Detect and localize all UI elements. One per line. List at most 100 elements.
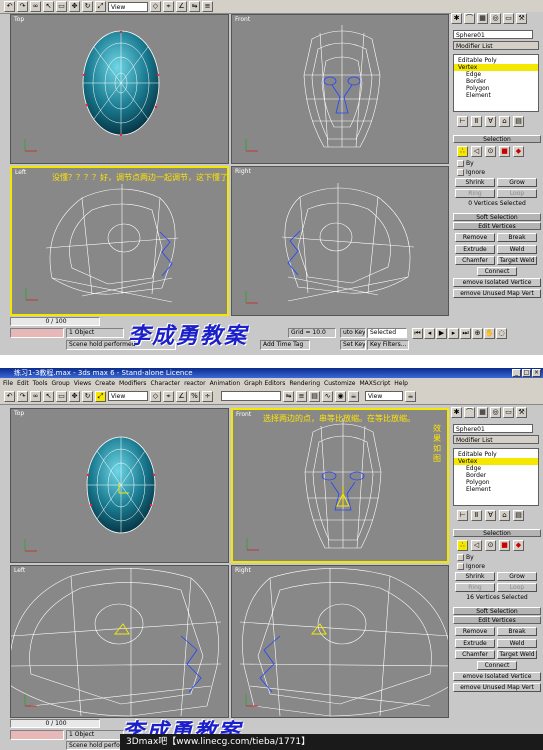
zoom-icon[interactable]: ⊕: [472, 328, 483, 339]
menu-maxscript[interactable]: MAXScript: [360, 380, 391, 387]
stack-item[interactable]: Element: [454, 92, 538, 99]
edit-vertices-header[interactable]: Edit Vertices: [453, 222, 541, 230]
percent-snap-icon[interactable]: %: [189, 390, 200, 402]
stack-item-selected[interactable]: Vertex: [454, 64, 538, 71]
snap-icon[interactable]: ⌖: [163, 390, 174, 402]
maxscript-listener-mini[interactable]: [10, 730, 64, 740]
stack-item[interactable]: Editable Poly: [454, 57, 538, 64]
move-icon[interactable]: ✥: [69, 390, 80, 402]
extrude-button[interactable]: Extrude: [455, 245, 495, 254]
polygon-icon[interactable]: ■: [499, 146, 510, 157]
stack-item[interactable]: Editable Poly: [454, 451, 538, 458]
pin-stack-icon[interactable]: ⊢: [457, 510, 468, 521]
menu-modifiers[interactable]: Modifiers: [119, 380, 146, 387]
remove-unused-map-verts-button[interactable]: emove Unused Map Vert: [453, 683, 541, 692]
time-slider[interactable]: 0 / 100: [10, 317, 100, 326]
reference-coord-select[interactable]: View: [108, 391, 148, 401]
close-icon[interactable]: ×: [532, 369, 541, 377]
angle-snap-icon[interactable]: ∠: [176, 390, 187, 402]
menu-animation[interactable]: Animation: [210, 380, 241, 387]
rotate-icon[interactable]: ↻: [82, 1, 93, 12]
element-icon[interactable]: ◆: [513, 540, 524, 551]
viewport-top[interactable]: Top: [10, 408, 229, 563]
modifier-list-dropdown[interactable]: Modifier List: [453, 41, 539, 50]
pan-icon[interactable]: ✋: [484, 328, 495, 339]
select-region-icon[interactable]: ▭: [56, 1, 67, 12]
curve-editor-icon[interactable]: ∿: [322, 390, 333, 402]
utilities-tab-icon[interactable]: ⚒: [516, 12, 527, 24]
create-tab-icon[interactable]: ✱: [451, 406, 462, 418]
break-button[interactable]: Break: [497, 627, 537, 636]
configure-sets-icon[interactable]: ▤: [513, 116, 524, 127]
remove-button[interactable]: Remove: [455, 233, 495, 242]
material-editor-icon[interactable]: ◉: [335, 390, 346, 402]
vertex-icon[interactable]: ∴: [457, 540, 468, 551]
ignore-checkbox[interactable]: [457, 169, 464, 176]
stack-item[interactable]: Border: [454, 78, 538, 85]
viewport-top[interactable]: Top: [10, 14, 229, 164]
motion-tab-icon[interactable]: ◎: [490, 12, 501, 24]
auto-key-button[interactable]: uto Key: [340, 328, 366, 338]
next-frame-icon[interactable]: ▸: [448, 328, 459, 339]
weld-button[interactable]: Weld: [497, 245, 537, 254]
stack-item[interactable]: Polygon: [454, 479, 538, 486]
chamfer-button[interactable]: Chamfer: [455, 256, 495, 265]
by-checkbox[interactable]: [457, 160, 464, 167]
remove-modifier-icon[interactable]: ⌂: [499, 510, 510, 521]
remove-modifier-icon[interactable]: ⌂: [499, 116, 510, 127]
border-icon[interactable]: ⊙: [485, 146, 496, 157]
maxscript-listener-mini[interactable]: [10, 328, 64, 338]
angle-snap-icon[interactable]: ∠: [176, 1, 187, 12]
ignore-checkbox[interactable]: [457, 563, 464, 570]
object-name-field[interactable]: Sphere01: [453, 424, 533, 433]
ring-button[interactable]: Ring: [455, 189, 495, 198]
weld-button[interactable]: Weld: [497, 639, 537, 648]
maximize-icon[interactable]: □: [522, 369, 531, 377]
motion-tab-icon[interactable]: ◎: [490, 406, 501, 418]
hierarchy-tab-icon[interactable]: ▦: [477, 406, 488, 418]
edit-vertices-header[interactable]: Edit Vertices: [453, 616, 541, 624]
redo-icon[interactable]: ↷: [17, 390, 28, 402]
orbit-icon[interactable]: ◌: [496, 328, 507, 339]
rotate-icon[interactable]: ↻: [82, 390, 93, 402]
viewport-front[interactable]: Front 选择两边的点，串等比放缩。在等比放缩。 效 果 如 图: [231, 408, 449, 563]
by-checkbox[interactable]: [457, 554, 464, 561]
make-unique-icon[interactable]: ∀: [485, 116, 496, 127]
move-icon[interactable]: ✥: [69, 1, 80, 12]
goto-end-icon[interactable]: ⏭: [460, 328, 471, 339]
menu-file[interactable]: File: [3, 380, 13, 387]
loop-button[interactable]: Loop: [497, 583, 537, 592]
mirror-icon[interactable]: ⇋: [283, 390, 294, 402]
show-end-result-icon[interactable]: Ⅱ: [471, 116, 482, 127]
goto-start-icon[interactable]: ⏮: [412, 328, 423, 339]
undo-icon[interactable]: ↶: [4, 390, 15, 402]
mirror-icon[interactable]: ⇋: [189, 1, 200, 12]
object-name-field[interactable]: Sphere01: [453, 30, 533, 39]
key-filters-button[interactable]: Key Filters...: [367, 340, 409, 350]
pivot-icon[interactable]: ◇: [150, 390, 161, 402]
link-icon[interactable]: ∞: [30, 1, 41, 12]
remove-unused-map-verts-button[interactable]: emove Unused Map Vert: [453, 289, 541, 298]
viewport-front[interactable]: Front: [231, 14, 449, 164]
scale-icon[interactable]: ⤢: [95, 390, 106, 402]
menu-tools[interactable]: Tools: [33, 380, 48, 387]
edge-icon[interactable]: ◁: [471, 540, 482, 551]
modify-tab-icon[interactable]: ⌒: [464, 12, 475, 24]
target-weld-button[interactable]: Target Weld: [497, 650, 537, 659]
menu-rendering[interactable]: Rendering: [289, 380, 320, 387]
pin-stack-icon[interactable]: ⊢: [457, 116, 468, 127]
add-time-tag-button[interactable]: Add Time Tag: [260, 340, 310, 350]
redo-icon[interactable]: ↷: [17, 1, 28, 12]
soft-selection-header[interactable]: Soft Selection: [453, 607, 541, 615]
utilities-tab-icon[interactable]: ⚒: [516, 406, 527, 418]
stack-item[interactable]: Edge: [454, 71, 538, 78]
display-tab-icon[interactable]: ▭: [503, 12, 514, 24]
remove-isolated-vertices-button[interactable]: emove Isolated Vertice: [453, 672, 541, 681]
make-unique-icon[interactable]: ∀: [485, 510, 496, 521]
align-icon[interactable]: ≡: [296, 390, 307, 402]
link-icon[interactable]: ∞: [30, 390, 41, 402]
selection-rollout-header[interactable]: Selection: [453, 529, 541, 537]
menu-edit[interactable]: Edit: [17, 380, 29, 387]
scale-icon[interactable]: ⤢: [95, 1, 106, 12]
select-region-icon[interactable]: ▭: [56, 390, 67, 402]
